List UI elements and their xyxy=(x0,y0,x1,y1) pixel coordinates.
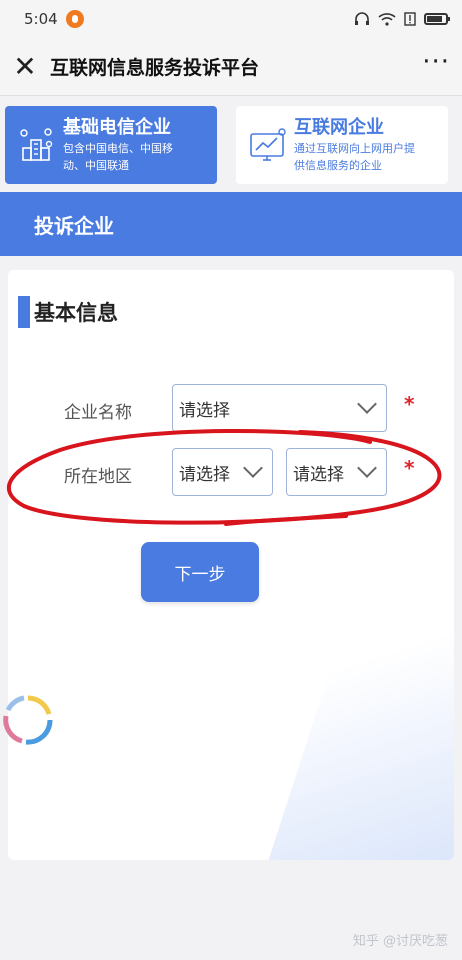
form-card: 基本信息 企业名称 请选择 * 所在地区 请选择 请选择 * 下一步 xyxy=(8,270,454,860)
company-name-label: 企业名称 xyxy=(64,403,132,423)
chevron-down-icon xyxy=(357,394,377,414)
app-notification-icon xyxy=(65,10,84,28)
tab-telecom-text: 基础电信企业 包含中国电信、中国移 动、中国联通 xyxy=(63,117,173,173)
page-title: 互联网信息服务投诉平台 xyxy=(50,57,260,79)
loading-spinner-icon xyxy=(3,695,53,745)
required-mark: * xyxy=(404,392,415,416)
required-mark: * xyxy=(404,456,415,480)
section-title: 投诉企业 xyxy=(34,214,114,238)
monitor-chart-icon xyxy=(250,128,286,161)
alert-icon xyxy=(404,12,416,26)
company-name-value: 请选择 xyxy=(179,400,230,421)
telecom-building-icon xyxy=(20,128,53,161)
province-select[interactable]: 请选择 xyxy=(172,448,273,496)
status-time: 5:04 xyxy=(24,10,58,28)
battery-icon xyxy=(424,13,450,25)
form-heading-text: 基本信息 xyxy=(34,301,118,325)
region-label: 所在地区 xyxy=(64,467,132,487)
close-icon[interactable]: ✕ xyxy=(12,52,38,80)
city-value: 请选择 xyxy=(293,464,344,485)
tab-telecom-title: 基础电信企业 xyxy=(63,117,171,138)
tab-internet[interactable]: 互联网企业 通过互联网向上网用户提 供信息服务的企业 xyxy=(236,106,448,184)
status-icons xyxy=(354,12,450,26)
headphones-icon xyxy=(355,12,369,25)
wifi-icon xyxy=(378,13,396,26)
tab-internet-text: 互联网企业 通过互联网向上网用户提 供信息服务的企业 xyxy=(294,117,415,173)
heading-accent-bar xyxy=(18,296,30,328)
nav-bar: ✕ 互联网信息服务投诉平台 ··· xyxy=(0,38,462,96)
city-select[interactable]: 请选择 xyxy=(286,448,387,496)
status-bar: 5:04 xyxy=(0,0,462,38)
chevron-down-icon xyxy=(243,458,263,478)
watermark: 知乎 @讨厌吃葱 xyxy=(352,934,448,949)
tab-internet-desc-1: 通过互联网向上网用户提 xyxy=(294,142,415,155)
chevron-down-icon xyxy=(357,458,377,478)
card-background-decoration xyxy=(255,540,454,860)
more-icon[interactable]: ··· xyxy=(422,47,450,87)
tab-telecom-desc-1: 包含中国电信、中国移 xyxy=(63,142,173,155)
section-header: 投诉企业 xyxy=(0,192,462,256)
company-name-select[interactable]: 请选择 xyxy=(172,384,387,432)
next-step-button[interactable]: 下一步 xyxy=(141,542,259,602)
form-heading: 基本信息 xyxy=(18,296,118,328)
category-tabs: 基础电信企业 包含中国电信、中国移 动、中国联通 互联网企业 通过互联网向上网用… xyxy=(0,100,462,192)
tab-internet-desc-2: 供信息服务的企业 xyxy=(294,159,382,172)
tab-internet-title: 互联网企业 xyxy=(294,117,384,138)
tab-telecom-desc-2: 动、中国联通 xyxy=(63,159,129,172)
tab-telecom[interactable]: 基础电信企业 包含中国电信、中国移 动、中国联通 xyxy=(5,106,217,184)
province-value: 请选择 xyxy=(179,464,230,485)
